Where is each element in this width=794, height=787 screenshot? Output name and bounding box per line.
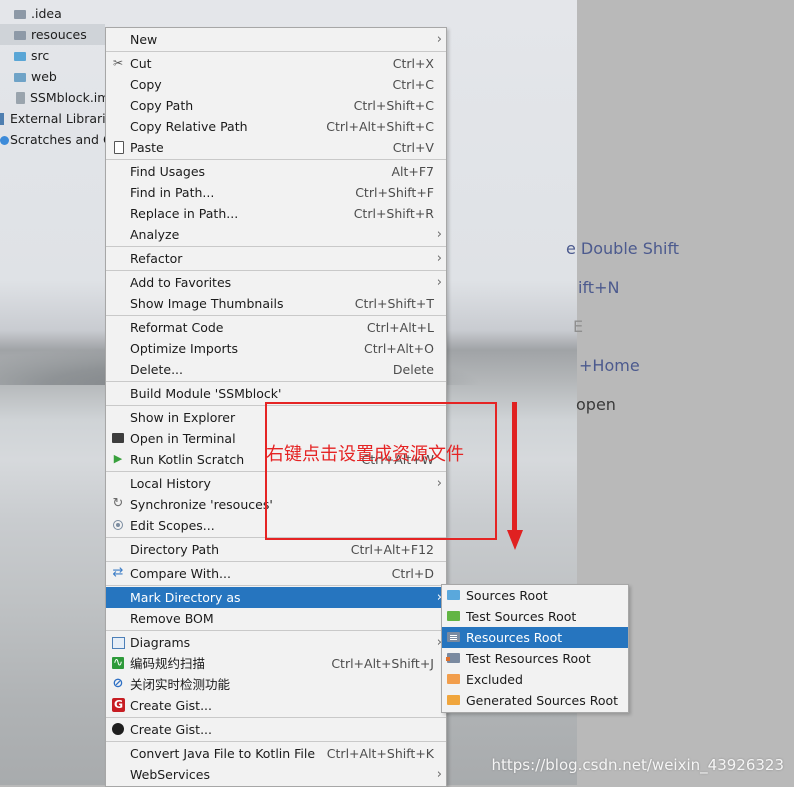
sources-root-icon: [447, 590, 460, 600]
hint-go-to-file: ift+N: [578, 278, 620, 297]
menu-separator: [106, 270, 446, 271]
library-icon: [0, 113, 4, 125]
menu-separator: [106, 51, 446, 52]
folder-icon: [14, 10, 26, 19]
menu-item-create-gist-gitee[interactable]: Create Gist...: [106, 695, 446, 716]
submenu-item-test-resources-root[interactable]: Test Resources Root: [442, 648, 628, 669]
folder-icon: [14, 31, 26, 40]
menu-item-optimize-imports[interactable]: Optimize Imports Ctrl+Alt+O: [106, 338, 446, 359]
chevron-right-icon: ›: [436, 767, 442, 782]
annotation-arrow-down-icon: [507, 530, 523, 550]
diagram-icon: [111, 635, 125, 649]
chevron-right-icon: ›: [436, 227, 442, 242]
hint-recent-files: E: [573, 317, 584, 336]
source-folder-icon: [14, 52, 26, 61]
menu-item-paste[interactable]: Paste Ctrl+V: [106, 137, 446, 158]
tree-item-resouces[interactable]: resouces: [0, 24, 105, 45]
test-resources-root-icon: [446, 653, 460, 663]
tree-item-external-libraries[interactable]: External Libraries: [0, 108, 105, 129]
chevron-right-icon: ›: [436, 275, 442, 290]
menu-item-find-usages[interactable]: Find Usages Alt+F7: [106, 161, 446, 182]
ban-icon: ⊘: [112, 676, 124, 691]
chevron-right-icon: ›: [436, 251, 442, 266]
generated-sources-root-icon: [447, 695, 460, 705]
hint-search-everywhere: e Double Shift: [566, 239, 680, 258]
paste-icon: [111, 140, 125, 154]
menu-item-directory-path[interactable]: Directory Path Ctrl+Alt+F12: [106, 539, 446, 560]
submenu-item-test-sources-root[interactable]: Test Sources Root: [442, 606, 628, 627]
menu-separator: [106, 381, 446, 382]
submenu-item-sources-root[interactable]: Sources Root: [442, 585, 628, 606]
sync-icon: ↻: [112, 496, 124, 511]
web-folder-icon: [14, 73, 26, 82]
code-scan-icon: [111, 655, 125, 670]
menu-separator: [106, 561, 446, 562]
tree-item-web[interactable]: web: [14, 66, 104, 87]
menu-separator: [106, 159, 446, 160]
annotation-text: 右键点击设置成资源文件: [266, 444, 464, 465]
menu-item-find-in-path[interactable]: Find in Path... Ctrl+Shift+F: [106, 182, 446, 203]
menu-item-disable-realtime-check[interactable]: ⊘ 关闭实时检测功能: [106, 674, 446, 695]
menu-item-new[interactable]: New ›: [106, 29, 446, 50]
gitee-icon: [111, 698, 125, 712]
menu-item-convert-java-to-kotlin[interactable]: Convert Java File to Kotlin File Ctrl+Alt…: [106, 743, 446, 764]
menu-item-show-image-thumbnails[interactable]: Show Image Thumbnails Ctrl+Shift+T: [106, 293, 446, 314]
hint-drop-files: open: [576, 395, 616, 414]
menu-separator: [106, 741, 446, 742]
menu-item-analyze[interactable]: Analyze ›: [106, 224, 446, 245]
menu-item-refactor[interactable]: Refactor ›: [106, 248, 446, 269]
annotation-arrow-shaft: [512, 402, 517, 532]
menu-item-copy-path[interactable]: Copy Path Ctrl+Shift+C: [106, 95, 446, 116]
resources-root-icon: [447, 632, 460, 642]
menu-item-compare-with[interactable]: ⇄ Compare With... Ctrl+D: [106, 563, 446, 584]
test-sources-root-icon: [447, 611, 460, 621]
iml-file-icon: [16, 92, 25, 104]
menu-item-delete[interactable]: Delete... Delete: [106, 359, 446, 380]
github-icon: [111, 722, 125, 736]
scissors-icon: ✂: [112, 56, 124, 70]
chevron-right-icon: ›: [436, 32, 442, 47]
submenu-item-excluded[interactable]: Excluded: [442, 669, 628, 690]
menu-item-copy-relative-path[interactable]: Copy Relative Path Ctrl+Alt+Shift+C: [106, 116, 446, 137]
tree-item-scratches[interactable]: Scratches and Consoles: [0, 129, 105, 150]
menu-separator: [106, 585, 446, 586]
hint-navigation-bar: +Home: [579, 356, 640, 375]
play-icon: ▶: [113, 452, 123, 465]
menu-separator: [106, 315, 446, 316]
menu-separator: [106, 630, 446, 631]
menu-separator: [106, 246, 446, 247]
compare-icon: ⇄: [112, 565, 124, 580]
menu-item-cut[interactable]: ✂ Cut Ctrl+X: [106, 53, 446, 74]
terminal-icon: [111, 431, 125, 445]
menu-item-webservices[interactable]: WebServices ›: [106, 764, 446, 785]
mark-directory-submenu: Sources Root Test Sources Root Resources…: [441, 584, 629, 713]
menu-item-remove-bom[interactable]: Remove BOM: [106, 608, 446, 629]
menu-separator: [106, 717, 446, 718]
menu-item-reformat-code[interactable]: Reformat Code Ctrl+Alt+L: [106, 317, 446, 338]
scratch-icon: [0, 136, 9, 145]
menu-item-copy[interactable]: Copy Ctrl+C: [106, 74, 446, 95]
tree-item-iml[interactable]: SSMblock.iml: [16, 87, 105, 108]
tree-item-src[interactable]: src: [14, 45, 104, 66]
annotation-box: [265, 402, 497, 540]
menu-item-add-to-favorites[interactable]: Add to Favorites ›: [106, 272, 446, 293]
submenu-item-generated-sources-root[interactable]: Generated Sources Root: [442, 690, 628, 711]
excluded-icon: [447, 674, 460, 684]
menu-item-replace-in-path[interactable]: Replace in Path... Ctrl+Shift+R: [106, 203, 446, 224]
menu-item-build-module[interactable]: Build Module 'SSMblock': [106, 383, 446, 404]
menu-item-mark-directory-as[interactable]: Mark Directory as ›: [106, 587, 446, 608]
scope-icon: [111, 518, 125, 532]
watermark: https://blog.csdn.net/weixin_43926323: [491, 756, 784, 774]
menu-item-code-scan[interactable]: 编码规约扫描Ctrl+Alt+Shift+J: [106, 653, 446, 674]
menu-item-create-gist-github[interactable]: Create Gist...: [106, 719, 446, 740]
menu-item-diagrams[interactable]: Diagrams ›: [106, 632, 446, 653]
tree-item-idea[interactable]: .idea: [14, 3, 104, 24]
submenu-item-resources-root[interactable]: Resources Root: [442, 627, 628, 648]
